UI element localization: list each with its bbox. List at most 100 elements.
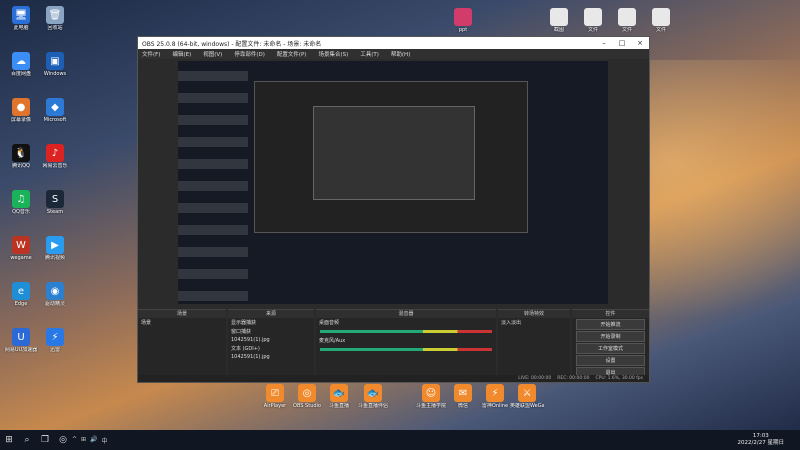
mixer-dock: 混音器 桌面音频 麦克风/Aux bbox=[316, 309, 496, 381]
app-icon: 🗑 bbox=[46, 6, 64, 24]
desktop-icon-label: Steam bbox=[46, 209, 64, 215]
desktop-icon[interactable]: ppt bbox=[446, 8, 480, 33]
file-icon bbox=[584, 8, 602, 26]
obs-titlebar[interactable]: OBS 25.0.8 (64-bit, windows) - 配置文件: 未命名… bbox=[138, 37, 649, 49]
desktop-icon[interactable]: 🖥 此电脑 bbox=[4, 6, 38, 31]
obs-preview[interactable] bbox=[178, 61, 608, 304]
menu-edit[interactable]: 编辑(E) bbox=[172, 50, 191, 58]
desktop-icon[interactable]: 截图 bbox=[542, 8, 576, 33]
desktop-icon-label: Edge bbox=[14, 301, 28, 307]
desktop-icon[interactable]: ◎ OBS Studio bbox=[290, 384, 324, 409]
desktop-icon[interactable]: ☺ 斗鱼主播学院 bbox=[414, 384, 448, 409]
desktop-icon[interactable]: 🐟 斗鱼直播 bbox=[322, 384, 356, 409]
cpu-status: CPU: 1.6%, 30.00 fps bbox=[595, 376, 644, 381]
obs-title: OBS 25.0.8 (64-bit, windows) - 配置文件: 未命名… bbox=[142, 40, 322, 48]
obs-taskbar-icon[interactable]: ◎ bbox=[54, 432, 72, 448]
maximize-icon[interactable]: □ bbox=[613, 39, 631, 47]
app-icon: ☁ bbox=[12, 52, 30, 70]
tray-ime-icon[interactable]: 中 bbox=[102, 436, 108, 445]
app-icon: 🐟 bbox=[364, 384, 382, 402]
menu-file[interactable]: 文件(F) bbox=[142, 50, 160, 58]
menu-tools[interactable]: 工具(T) bbox=[360, 50, 379, 58]
obs-docks: 场景 场景 来源 显示器捕获 窗口捕获 1042591(1).jpg 文本 (G… bbox=[138, 309, 649, 381]
obs-window[interactable]: OBS 25.0.8 (64-bit, windows) - 配置文件: 未命名… bbox=[137, 36, 650, 383]
desktop-icon-label: 文件 bbox=[621, 27, 632, 33]
menu-docks[interactable]: 停靠部件(D) bbox=[234, 50, 265, 58]
desktop-icon[interactable]: ▣ Windows bbox=[38, 52, 72, 77]
desktop-icon[interactable]: ◆ Microsoft bbox=[38, 98, 72, 123]
desktop-icon-label: ppt bbox=[458, 27, 468, 33]
desktop-icon[interactable]: S Steam bbox=[38, 190, 72, 215]
source-item[interactable]: 1042591(1).jpg bbox=[228, 336, 314, 344]
desktop-icon-label: 文件 bbox=[655, 27, 666, 33]
desktop-icon-label: 网易云音乐 bbox=[42, 163, 68, 169]
file-icon bbox=[454, 8, 472, 26]
close-icon[interactable]: × bbox=[631, 39, 649, 47]
search-icon[interactable]: ⌕ bbox=[18, 432, 36, 448]
desktop-icon[interactable]: ♪ 网易云音乐 bbox=[38, 144, 72, 169]
desktop-icon[interactable]: ● 屏幕录像 bbox=[4, 98, 38, 123]
desktop-icon[interactable]: ⎚ AirPlayer bbox=[258, 384, 292, 409]
app-icon: ♪ bbox=[46, 144, 64, 162]
desktop-icon[interactable]: ✉ 微信 bbox=[446, 384, 480, 409]
source-item[interactable]: 1042591(1).jpg bbox=[228, 353, 314, 361]
start-streaming-button[interactable]: 开始推流 bbox=[576, 319, 645, 330]
tray-chevron-icon[interactable]: ^ bbox=[72, 436, 77, 445]
desktop-icon[interactable]: ♫ QQ音乐 bbox=[4, 190, 38, 215]
app-icon: ▶ bbox=[46, 236, 64, 254]
scene-item[interactable]: 场景 bbox=[138, 318, 226, 327]
mixer-channel-label: 麦克风/Aux bbox=[319, 338, 346, 344]
task-view-icon[interactable]: ❐ bbox=[36, 432, 54, 448]
desktop-icon[interactable]: 文件 bbox=[610, 8, 644, 33]
menu-scene-collection[interactable]: 场景集合(S) bbox=[318, 50, 348, 58]
sources-dock: 来源 显示器捕获 窗口捕获 1042591(1).jpg 文本 (GDI+) 1… bbox=[228, 309, 314, 381]
desktop-icon-label: Microsoft bbox=[43, 117, 67, 123]
settings-button[interactable]: 设置 bbox=[576, 355, 645, 366]
transition-select[interactable]: 淡入淡出 bbox=[498, 318, 570, 327]
desktop-icon[interactable]: 文件 bbox=[576, 8, 610, 33]
app-icon: 🐟 bbox=[330, 384, 348, 402]
desktop-icon[interactable]: e Edge bbox=[4, 282, 38, 307]
desktop-icon[interactable]: ⚡ 迅雷 bbox=[38, 328, 72, 353]
tray-volume-icon[interactable]: 🔊 bbox=[90, 436, 97, 445]
desktop-icon[interactable]: ▶ 腾讯视频 bbox=[38, 236, 72, 261]
desktop-icon[interactable]: 🐧 腾讯QQ bbox=[4, 144, 38, 169]
desktop-icon[interactable]: ◉ 驱动精灵 bbox=[38, 282, 72, 307]
mixer-header: 混音器 bbox=[316, 310, 496, 318]
desktop-icon[interactable]: ☁ 百度网盘 bbox=[4, 52, 38, 77]
desktop-icon-label: 屏幕录像 bbox=[10, 117, 31, 123]
preview-desktop-icons bbox=[178, 61, 248, 301]
windows-start-icon[interactable]: ⊞ bbox=[0, 432, 18, 448]
app-icon: ◎ bbox=[298, 384, 316, 402]
desktop-icon-label: 百度网盘 bbox=[10, 71, 31, 77]
app-icon: ⚡ bbox=[486, 384, 504, 402]
desktop-icon[interactable]: ⚡ 雷神Online bbox=[478, 384, 512, 409]
minimize-icon[interactable]: – bbox=[595, 39, 613, 47]
desktop-icon[interactable]: 🐟 斗鱼直播伴侣 bbox=[356, 384, 390, 409]
start-recording-button[interactable]: 开始录制 bbox=[576, 331, 645, 342]
desktop-icon[interactable]: Wwegame bbox=[4, 236, 38, 261]
system-tray: ^ ⊞ 🔊 中 bbox=[72, 436, 108, 445]
file-icon bbox=[550, 8, 568, 26]
desktop-icon[interactable]: 文件 bbox=[644, 8, 678, 33]
desktop-icon[interactable]: ⚔英雄联盟WeGame版 bbox=[510, 384, 544, 409]
mixer-channel-label: 桌面音频 bbox=[319, 320, 340, 326]
desktop-icon-label: 雷神Online bbox=[481, 403, 509, 409]
file-icon bbox=[652, 8, 670, 26]
source-item[interactable]: 窗口捕获 bbox=[228, 327, 314, 336]
desktop-icon[interactable]: 🗑 回收站 bbox=[38, 6, 72, 31]
scenes-dock: 场景 场景 bbox=[138, 309, 226, 381]
source-item[interactable]: 显示器捕获 bbox=[228, 318, 314, 327]
app-icon: ▣ bbox=[46, 52, 64, 70]
desktop-icons-left: 🖥 此电脑 🗑 回收站 ☁ 百度网盘 ▣ Windows ● 屏幕录像 ◆ Microsoft 🐧 腾讯Q… bbox=[0, 0, 140, 430]
preview-nested-window-2 bbox=[313, 106, 475, 200]
studio-mode-button[interactable]: 工作室模式 bbox=[576, 343, 645, 354]
desktop-icon[interactable]: U 网易UU加速器 bbox=[4, 328, 38, 353]
menu-help[interactable]: 帮助(H) bbox=[391, 50, 410, 58]
app-icon: ✉ bbox=[454, 384, 472, 402]
tray-network-icon[interactable]: ⊞ bbox=[81, 436, 86, 445]
menu-profile[interactable]: 配置文件(P) bbox=[277, 50, 307, 58]
source-item[interactable]: 文本 (GDI+) bbox=[228, 344, 314, 353]
taskbar-clock[interactable]: 17:03 2022/2/27 星期日 bbox=[738, 433, 800, 447]
menu-view[interactable]: 视图(V) bbox=[203, 50, 222, 58]
